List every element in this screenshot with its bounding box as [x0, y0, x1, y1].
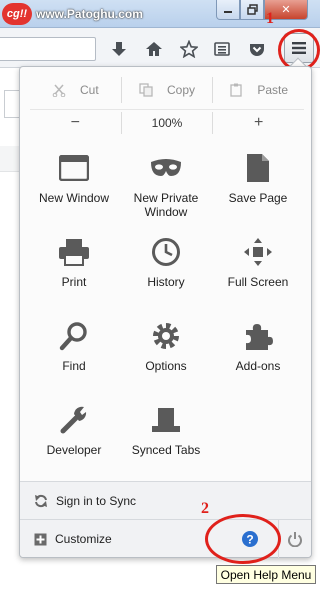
customize-footer: Customize ? — [20, 519, 311, 558]
scissors-icon — [52, 84, 66, 97]
history-button[interactable]: History — [120, 231, 212, 307]
help-button[interactable]: ? — [235, 525, 265, 553]
history-label: History — [147, 275, 185, 289]
zoom-controls: − 100% + — [30, 109, 304, 135]
add-ons-button[interactable]: Add-ons — [212, 315, 304, 391]
save-page-button[interactable]: Save Page — [212, 147, 304, 223]
add-ons-label: Add-ons — [235, 359, 281, 373]
navigation-toolbar — [0, 28, 320, 68]
customize-button[interactable]: Customize — [34, 520, 112, 558]
watermark-text: www.Patoghu.com — [36, 7, 143, 21]
plus-box-icon — [34, 533, 47, 545]
bookmark-star-button[interactable] — [176, 36, 202, 62]
power-icon — [288, 532, 302, 547]
zoom-out-button[interactable]: − — [30, 111, 122, 134]
gear-icon — [149, 319, 183, 353]
search-bar[interactable] — [0, 37, 96, 61]
zoom-out-label: − — [70, 113, 80, 131]
developer-button[interactable]: Developer — [28, 399, 120, 475]
synced-tabs-icon — [149, 403, 183, 437]
new-private-window-button[interactable]: New Private Window — [120, 147, 212, 223]
minimize-button[interactable] — [216, 0, 240, 20]
zoom-in-button[interactable]: + — [213, 112, 304, 134]
printer-icon — [57, 235, 91, 269]
home-button[interactable] — [141, 36, 167, 62]
svg-text:?: ? — [246, 533, 253, 547]
new-window-button[interactable]: New Window — [28, 147, 120, 223]
wrench-icon — [57, 403, 91, 437]
find-button[interactable]: Find — [28, 315, 120, 391]
zoom-level: 100% — [151, 115, 183, 130]
developer-label: Developer — [46, 443, 102, 457]
print-label: Print — [61, 275, 87, 289]
pocket-icon — [250, 44, 264, 56]
full-screen-label: Full Screen — [227, 275, 289, 289]
sync-footer: Sign in to Sync — [20, 481, 311, 519]
minimize-icon — [224, 10, 232, 13]
cut-button[interactable]: Cut — [30, 77, 122, 103]
page-icon — [241, 151, 275, 185]
puzzle-icon — [241, 319, 275, 353]
synced-tabs-button[interactable]: Synced Tabs — [120, 399, 212, 475]
help-question-icon: ? — [242, 531, 258, 547]
clock-icon — [149, 235, 183, 269]
paste-label: Paste — [257, 83, 289, 97]
zoom-reset-button[interactable]: 100% — [122, 111, 214, 134]
edit-controls: Cut Copy Paste — [30, 77, 304, 103]
pocket-button[interactable] — [244, 36, 270, 62]
options-button[interactable]: Options — [120, 315, 212, 391]
zoom-in-label: + — [254, 113, 264, 131]
options-label: Options — [145, 359, 187, 373]
download-arrow-icon — [112, 42, 126, 56]
watermark-logo: cg!! — [2, 3, 32, 25]
print-button[interactable]: Print — [28, 231, 120, 307]
save-page-label: Save Page — [228, 191, 288, 205]
sync-icon — [35, 494, 47, 508]
annotation-number-2: 2 — [201, 500, 209, 517]
star-icon — [180, 40, 198, 58]
bookmarks-list-icon — [214, 42, 230, 56]
main-menu-panel: Cut Copy Paste − 100% + New Window New P… — [19, 66, 312, 558]
full-screen-button[interactable]: Full Screen — [212, 231, 304, 307]
downloads-button[interactable] — [106, 36, 132, 62]
home-icon — [146, 42, 162, 56]
paste-icon — [230, 83, 242, 97]
quit-button[interactable] — [278, 520, 311, 558]
find-label: Find — [62, 359, 86, 373]
mask-icon — [149, 151, 183, 185]
magnifier-icon — [57, 319, 91, 353]
watermark: cg!! www.Patoghu.com — [2, 3, 143, 25]
synced-tabs-label: Synced Tabs — [131, 443, 201, 457]
window-icon — [57, 151, 91, 185]
copy-icon — [139, 83, 153, 97]
annotation-number-1: 1 — [266, 10, 274, 27]
new-window-label: New Window — [38, 191, 110, 205]
customize-label: Customize — [55, 532, 112, 546]
restore-button[interactable] — [240, 0, 264, 20]
bookmarks-menu-button[interactable] — [209, 36, 235, 62]
page-background-strip — [0, 146, 20, 172]
cut-label: Cut — [79, 83, 99, 97]
paste-button[interactable]: Paste — [213, 77, 304, 103]
sign-in-to-sync-label: Sign in to Sync — [56, 494, 137, 508]
hamburger-icon — [292, 42, 306, 54]
help-tooltip: Open Help Menu — [216, 565, 316, 584]
fullscreen-icon — [241, 235, 275, 269]
copy-label: Copy — [167, 83, 196, 97]
sign-in-to-sync-button[interactable]: Sign in to Sync — [34, 482, 136, 520]
copy-button[interactable]: Copy — [122, 77, 214, 103]
new-private-window-label: New Private Window — [133, 191, 199, 219]
restore-icon — [246, 4, 258, 15]
